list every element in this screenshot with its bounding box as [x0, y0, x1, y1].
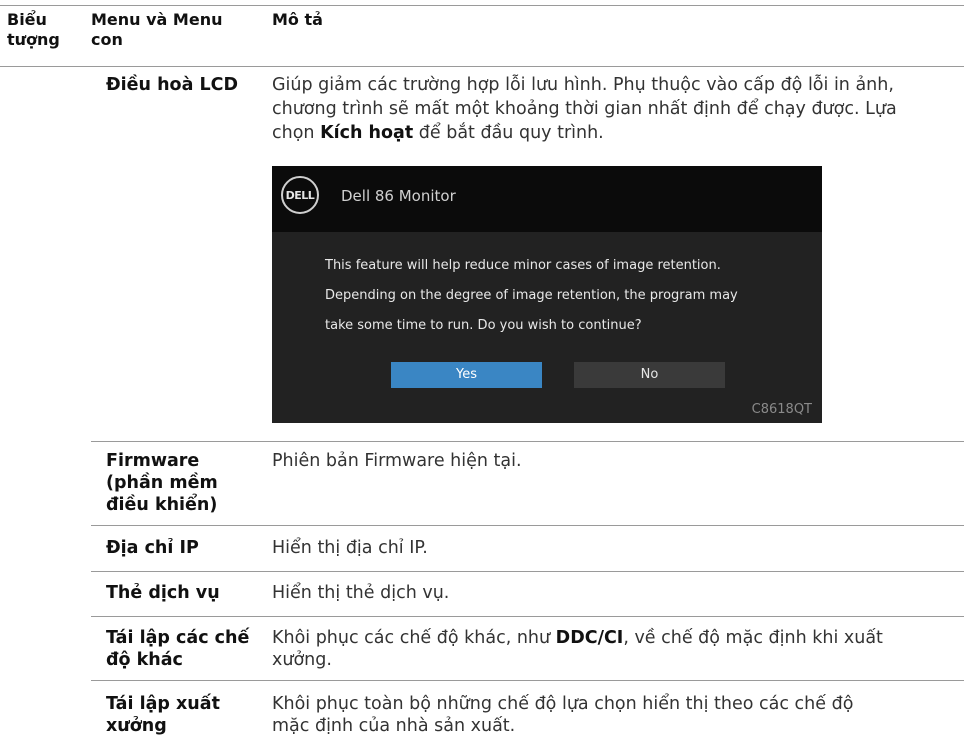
menu-factory-reset-line2: xưởng [106, 716, 167, 736]
header-icon-col-line1: Biểu [7, 10, 47, 29]
row-divider [91, 616, 964, 617]
menu-reset-other-line2: độ khác [106, 650, 183, 670]
row-divider [91, 680, 964, 681]
desc-ip-address: Hiển thị địa chỉ IP. [272, 538, 428, 558]
dell-logo-icon: DELL [281, 176, 319, 214]
menu-service-tag: Thẻ dịch vụ [106, 583, 220, 603]
dialog-message-line2: Depending on the degree of image retenti… [325, 288, 738, 303]
row-divider [91, 441, 964, 442]
desc-firmware: Phiên bản Firmware hiện tại. [272, 451, 522, 471]
menu-lcd-conditioning: Điều hoà LCD [106, 75, 238, 95]
no-button[interactable]: No [574, 362, 725, 388]
desc-lcd-line2: chương trình sẽ mất một khoảng thời gian… [272, 99, 897, 119]
yes-button[interactable]: Yes [391, 362, 542, 388]
dialog-header: DELL Dell 86 Monitor [272, 166, 822, 232]
header-bottom-rule [0, 66, 964, 67]
menu-factory-reset-line1: Tái lập xuất [106, 694, 220, 714]
desc-reset-other-line2: xưởng. [272, 650, 332, 670]
header-menu-col-line2: con [91, 30, 123, 49]
row-divider [91, 571, 964, 572]
menu-firmware-line3: điều khiển) [106, 495, 218, 515]
desc-service-tag: Hiển thị thẻ dịch vụ. [272, 583, 450, 603]
header-menu-col-line1: Menu và Menu [91, 10, 223, 29]
desc-lcd-line1: Giúp giảm các trường hợp lỗi lưu hình. P… [272, 75, 894, 95]
menu-firmware-line1: Firmware [106, 451, 200, 471]
table-top-rule [0, 5, 964, 6]
dialog-title: Dell 86 Monitor [341, 187, 456, 205]
model-number: C8618QT [751, 402, 812, 417]
desc-factory-reset-line2: mặc định của nhà sản xuất. [272, 716, 516, 736]
ddc-ci-term: DDC/CI [555, 628, 624, 648]
dialog-message-line1: This feature will help reduce minor case… [325, 258, 721, 273]
menu-firmware-line2: (phần mềm [106, 473, 218, 493]
dialog-message-line3: take some time to run. Do you wish to co… [325, 318, 642, 333]
lcd-conditioning-dialog: DELL Dell 86 Monitor This feature will h… [272, 166, 822, 423]
header-icon-col-line2: tượng [7, 30, 60, 49]
desc-factory-reset-line1: Khôi phục toàn bộ những chế độ lựa chọn … [272, 694, 854, 714]
activate-term: Kích hoạt [320, 123, 414, 143]
desc-lcd-line3: chọn Kích hoạt để bắt đầu quy trình. [272, 123, 604, 143]
menu-ip-address: Địa chỉ IP [106, 538, 199, 558]
header-desc-col: Mô tả [272, 10, 323, 29]
desc-reset-other-line1: Khôi phục các chế độ khác, như DDC/CI, v… [272, 628, 883, 648]
row-divider [91, 525, 964, 526]
menu-reset-other-line1: Tái lập các chế [106, 628, 250, 648]
